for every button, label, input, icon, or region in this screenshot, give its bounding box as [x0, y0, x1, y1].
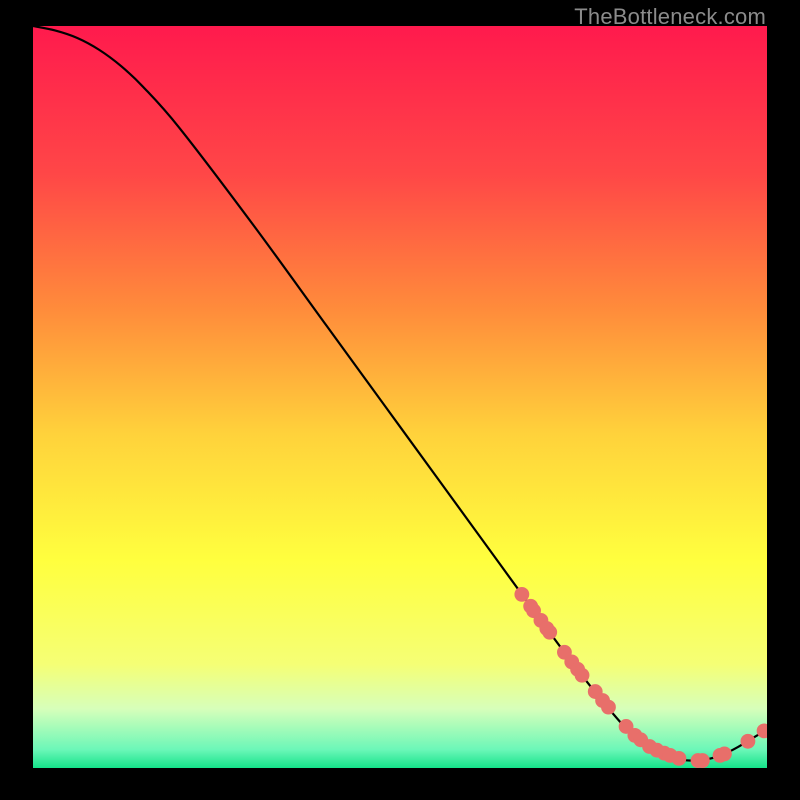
plot-area — [33, 26, 767, 768]
data-marker — [741, 734, 756, 749]
gradient-background — [33, 26, 767, 768]
data-marker — [672, 751, 687, 766]
data-marker — [542, 625, 557, 640]
data-marker — [717, 747, 732, 762]
data-marker — [601, 700, 616, 715]
data-marker — [695, 753, 710, 768]
chart-svg — [33, 26, 767, 768]
data-marker — [575, 668, 590, 683]
data-marker — [514, 587, 529, 602]
chart-stage: TheBottleneck.com — [0, 0, 800, 800]
